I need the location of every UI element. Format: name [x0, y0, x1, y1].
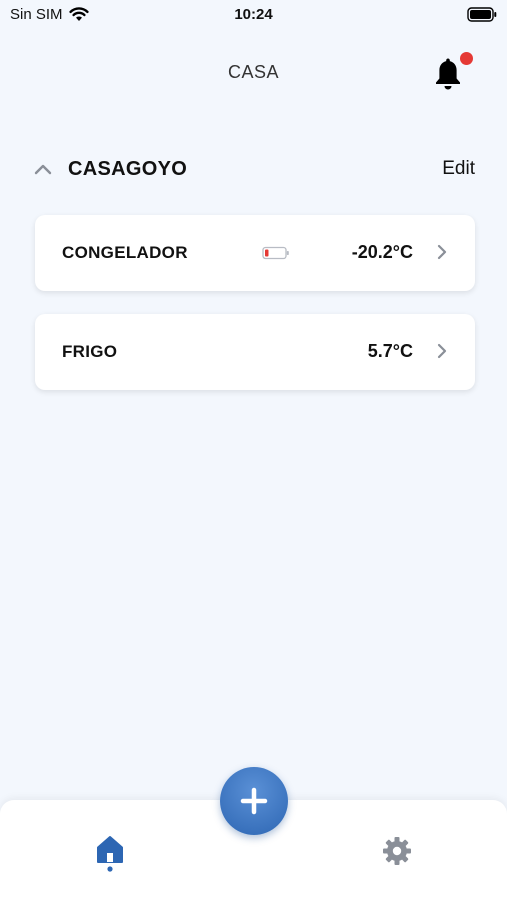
device-card-frigo[interactable]: FRIGO 5.7°C	[35, 314, 475, 390]
gear-icon	[383, 837, 411, 865]
edit-button[interactable]: Edit	[442, 158, 475, 180]
status-bar: Sin SIM 10:24	[0, 0, 507, 30]
home-icon	[97, 836, 123, 872]
device-name: FRIGO	[62, 342, 118, 361]
group-header: CASAGOYO Edit	[34, 156, 475, 184]
nav-home[interactable]	[95, 835, 125, 873]
notifications-button[interactable]	[433, 52, 473, 96]
status-time: 10:24	[234, 6, 273, 23]
add-button[interactable]	[220, 767, 288, 835]
device-name: CONGELADOR	[62, 243, 188, 262]
plus-icon	[240, 787, 268, 815]
notification-badge	[460, 52, 473, 65]
device-temperature: 5.7°C	[367, 341, 413, 361]
chevron-up-icon[interactable]	[34, 162, 52, 176]
battery-icon	[467, 7, 497, 22]
bell-icon	[436, 58, 460, 90]
page-title: CASA	[227, 62, 280, 82]
chevron-right-icon	[437, 343, 447, 359]
chevron-right-icon	[437, 244, 447, 260]
group-name: CASAGOYO	[68, 158, 188, 180]
device-temperature: -20.2°C	[351, 242, 413, 262]
nav-settings[interactable]	[382, 836, 412, 866]
battery-low-icon	[262, 246, 289, 260]
device-card-congelador[interactable]: CONGELADOR -20.2°C	[35, 215, 475, 291]
